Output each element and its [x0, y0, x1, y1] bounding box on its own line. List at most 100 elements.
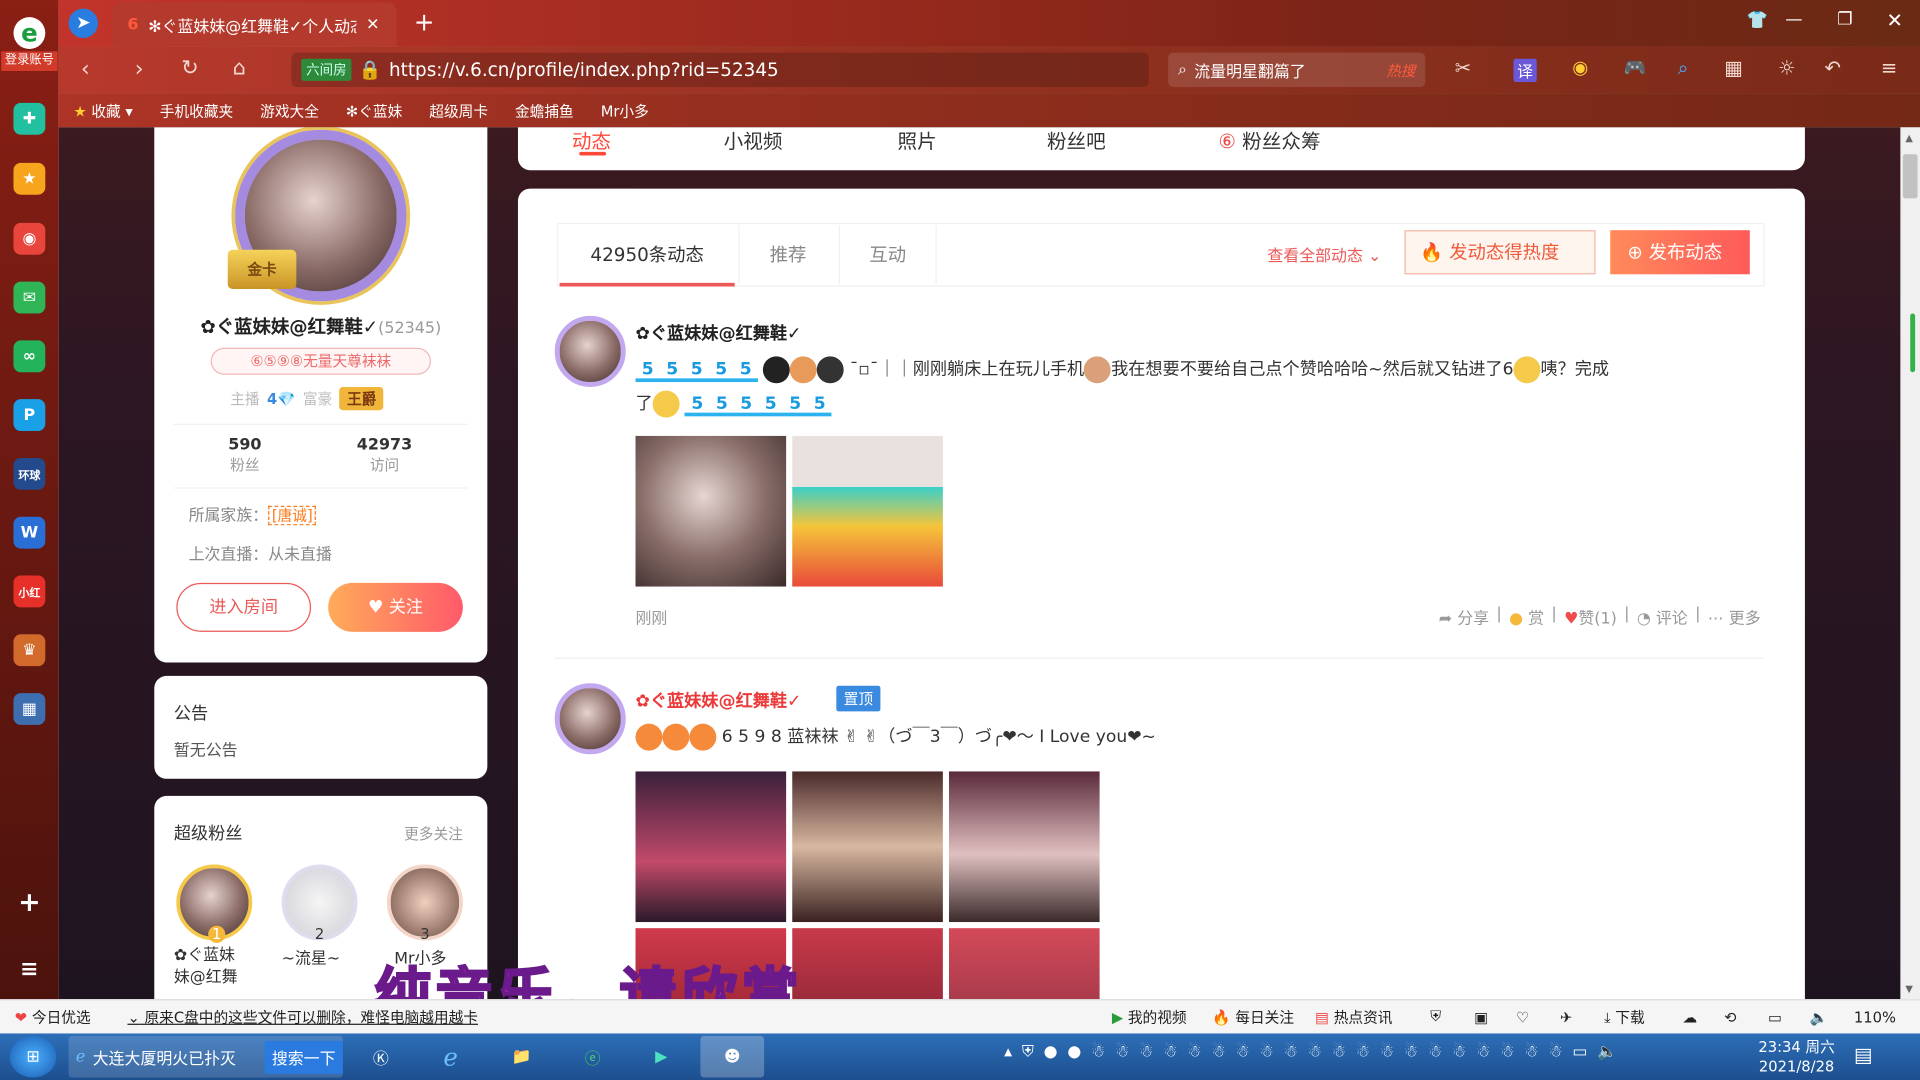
- active-tab[interactable]: 6 ✻ぐ蓝妹妹@红舞鞋✓个人动态 ✕: [112, 2, 397, 47]
- sidebar-app-6-icon[interactable]: P: [13, 399, 46, 432]
- scroll-down-icon[interactable]: ▼: [1905, 983, 1913, 994]
- tray-penguin-icon[interactable]: ☃: [1548, 1043, 1562, 1061]
- tab-fanbar[interactable]: 粉丝吧: [1047, 127, 1106, 154]
- undo-icon[interactable]: ↶: [1825, 56, 1841, 79]
- post-1-image-2[interactable]: [792, 435, 943, 587]
- rocket-icon[interactable]: ✈: [1560, 1008, 1572, 1025]
- url-field[interactable]: 六间房 🔒 https://v.6.cn/profile/index.php?r…: [291, 52, 1149, 87]
- news-ticker[interactable]: ⌄ 原来C盘中的这些文件可以删除，难怪电脑越用越卡: [127, 1007, 478, 1028]
- tab-dynamic[interactable]: 动态: [572, 127, 611, 154]
- taskbar-player-icon[interactable]: ▶: [629, 1036, 693, 1078]
- sidebar-app-11-icon[interactable]: ▦: [13, 693, 46, 725]
- shield-icon[interactable]: ⛨: [1430, 1008, 1441, 1026]
- scissors-icon[interactable]: ✂: [1455, 56, 1471, 79]
- game-icon[interactable]: ♛: [13, 634, 46, 667]
- tray-penguin-icon[interactable]: ☃: [1524, 1043, 1538, 1061]
- tray-penguin-icon[interactable]: ☃: [1284, 1043, 1298, 1061]
- refresh-icon[interactable]: ↻: [181, 56, 198, 80]
- browser-logo-icon[interactable]: e: [13, 17, 46, 49]
- cloud-icon[interactable]: ☁: [1682, 1008, 1697, 1025]
- tray-penguin-icon[interactable]: ☃: [1259, 1043, 1273, 1061]
- heart-outline-icon[interactable]: ♡: [1516, 1008, 1529, 1025]
- tab-interact[interactable]: 互动: [838, 225, 937, 285]
- tab-close-icon[interactable]: ✕: [366, 15, 379, 33]
- sidebar-app-7-icon[interactable]: 环球: [13, 457, 46, 490]
- post-2-image-3[interactable]: [948, 771, 1100, 923]
- taskbar-ie-icon[interactable]: ℯ: [419, 1036, 483, 1078]
- tray-penguin-icon[interactable]: ☃: [1187, 1043, 1201, 1061]
- tray-penguin-icon[interactable]: ☃: [1500, 1043, 1514, 1061]
- window-icon[interactable]: ▭: [1768, 1008, 1782, 1025]
- zoom-level[interactable]: 110%: [1854, 1008, 1896, 1025]
- taskbar-active-app-icon[interactable]: ☻: [700, 1035, 765, 1078]
- taskbar-folder-icon[interactable]: 📁: [490, 1036, 554, 1078]
- tray-app-icon[interactable]: ●: [1067, 1043, 1081, 1061]
- restore-icon[interactable]: ❐: [1837, 10, 1852, 30]
- comment-button[interactable]: ◔ 评论: [1637, 605, 1688, 628]
- tray-penguin-icon[interactable]: ☃: [1428, 1043, 1442, 1061]
- tray-penguin-icon[interactable]: ☃: [1211, 1043, 1225, 1061]
- downloads[interactable]: ⤓ 下载: [1604, 1007, 1645, 1028]
- post-2-image-5[interactable]: [792, 928, 943, 1000]
- translate-icon[interactable]: 译: [1513, 58, 1537, 83]
- notification-icon[interactable]: ▤: [1854, 1043, 1873, 1066]
- superfan-1-name[interactable]: ✿ぐ蓝妹 妹@红舞: [174, 945, 260, 989]
- my-videos[interactable]: ▶ 我的视频: [1112, 1007, 1187, 1028]
- family-name[interactable]: [唐诚]: [268, 505, 317, 526]
- back-icon[interactable]: ‹: [81, 56, 90, 82]
- page-scrollbar[interactable]: ▲ ▼: [1900, 127, 1920, 1000]
- add-icon[interactable]: +: [13, 887, 45, 919]
- brightness-icon[interactable]: ☼: [1778, 56, 1796, 79]
- coin-icon[interactable]: ◉: [1572, 56, 1588, 78]
- tray-penguin-icon[interactable]: ☃: [1139, 1043, 1153, 1061]
- bookmark-favorites[interactable]: ★ 收藏 ▾: [73, 100, 132, 121]
- skin-icon[interactable]: 👕: [1747, 11, 1768, 31]
- gamepad-icon[interactable]: 🎮: [1624, 56, 1647, 78]
- tray-volume-icon[interactable]: 🔈: [1597, 1043, 1617, 1061]
- bookmark-weekly[interactable]: 超级周卡: [429, 100, 488, 121]
- hot-post-button[interactable]: 🔥 发动态得热度: [1404, 230, 1596, 275]
- image-icon[interactable]: ▣: [1474, 1008, 1488, 1025]
- navigator-icon[interactable]: ➤: [68, 8, 98, 38]
- tray-penguin-icon[interactable]: ☃: [1452, 1043, 1466, 1061]
- post-1-author[interactable]: ✿ぐ蓝妹妹@红舞鞋✓: [636, 321, 802, 345]
- favorites-star-icon[interactable]: ★: [13, 162, 46, 195]
- daily-follow[interactable]: 🔥 每日关注: [1212, 1007, 1294, 1028]
- tray-penguin-icon[interactable]: ☃: [1380, 1043, 1394, 1061]
- view-all-dropdown[interactable]: 查看全部动态 ⌄: [1267, 242, 1381, 265]
- taskbar-k-app-icon[interactable]: Ⓚ: [353, 1036, 409, 1078]
- bookmark-mr[interactable]: Mr小多: [601, 100, 649, 121]
- enter-room-button[interactable]: 进入房间: [176, 582, 312, 632]
- post-1-image-1[interactable]: [635, 435, 787, 587]
- sidebar-app-1-icon[interactable]: ✚: [13, 102, 46, 135]
- tray-penguin-icon[interactable]: ☃: [1476, 1043, 1490, 1061]
- clock[interactable]: 23:34 周六 2021/8/28: [1758, 1037, 1834, 1076]
- tab-photos[interactable]: 照片: [898, 127, 937, 154]
- hot-news[interactable]: ▤ 热点资讯: [1315, 1007, 1392, 1028]
- post-1-avatar[interactable]: [554, 315, 626, 387]
- apps-grid-icon[interactable]: ▦: [1724, 56, 1743, 79]
- volume-icon[interactable]: 🔈: [1810, 1008, 1828, 1025]
- post-2-image-6[interactable]: [948, 928, 1100, 1000]
- search-box[interactable]: ⌕ 流量明星翻篇了 热搜: [1168, 52, 1426, 87]
- bookmark-games[interactable]: 游戏大全: [260, 100, 319, 121]
- menu-list-icon[interactable]: ≡: [13, 953, 45, 985]
- new-tab-icon[interactable]: +: [414, 7, 435, 36]
- mail-icon[interactable]: ✉: [13, 281, 46, 314]
- sidebar-app-9-icon[interactable]: 小红: [13, 575, 46, 608]
- forward-icon[interactable]: ›: [135, 56, 144, 82]
- like-button[interactable]: ♥赞(1): [1564, 605, 1617, 628]
- fans-stat[interactable]: 590 粉丝: [208, 436, 281, 475]
- reward-button[interactable]: ● 赏: [1509, 605, 1544, 628]
- tray-arrow-icon[interactable]: ▴: [1004, 1043, 1012, 1061]
- weibo-icon[interactable]: ◉: [13, 222, 46, 255]
- tray-penguin-icon[interactable]: ☃: [1404, 1043, 1418, 1061]
- taskbar-ie-window[interactable]: ℯ 大连大厦明火已扑灭 搜索一下: [68, 1035, 343, 1078]
- bookmark-6cn[interactable]: ✻ぐ蓝妹: [346, 100, 402, 121]
- post-2-avatar[interactable]: [554, 683, 626, 755]
- bookmark-mobile[interactable]: 手机收藏夹: [160, 100, 233, 121]
- tray-penguin-icon[interactable]: ☃: [1332, 1043, 1346, 1061]
- bookmark-fishing[interactable]: 金蟾捕鱼: [515, 100, 574, 121]
- sidebar-app-5-icon[interactable]: ∞: [13, 340, 46, 373]
- login-account-label[interactable]: 登录账号: [1, 51, 58, 72]
